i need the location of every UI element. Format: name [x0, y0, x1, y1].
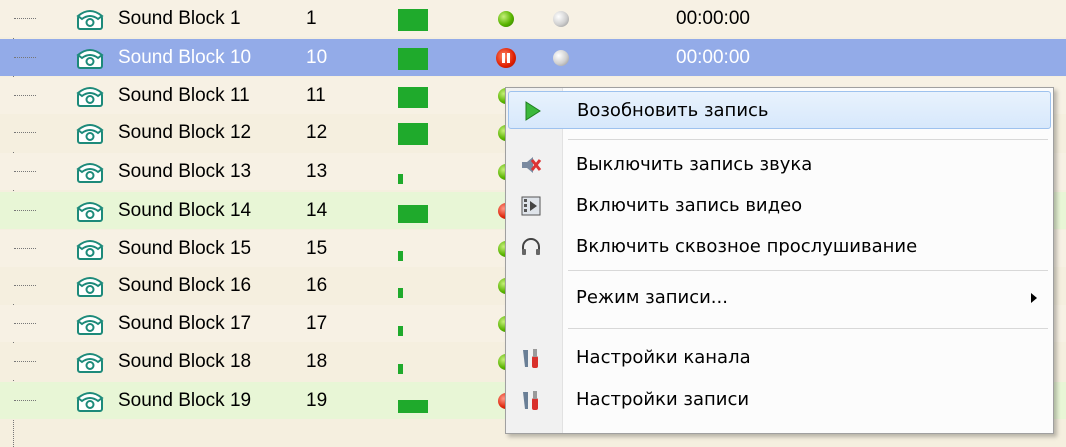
phone-icon	[76, 274, 104, 298]
channel-name: Sound Block 11	[118, 85, 250, 106]
level-meter	[398, 326, 403, 336]
film-icon	[520, 195, 542, 217]
submenu-arrow-icon	[1031, 293, 1037, 303]
level-meter	[398, 48, 428, 70]
menu-item-3[interactable]: Включить запись видео	[508, 187, 1051, 225]
level-meter	[398, 288, 403, 298]
menu-item-label: Включить запись видео	[576, 195, 803, 216]
channel-number: 12	[306, 122, 328, 143]
menu-item-label: Режим записи...	[576, 287, 728, 308]
menu-item-1[interactable]: Возобновить запись	[508, 91, 1051, 129]
tree-branch	[14, 18, 36, 19]
phone-icon	[76, 160, 104, 184]
phone-icon	[76, 7, 104, 31]
channel-number: 19	[306, 390, 328, 411]
menu-item-2[interactable]: Выключить запись звука	[508, 146, 1051, 184]
pause-icon[interactable]	[496, 48, 516, 68]
record-time: 00:00:00	[676, 47, 750, 68]
channel-number: 18	[306, 351, 328, 372]
channel-number: 1	[306, 8, 317, 29]
menu-separator	[568, 139, 1048, 140]
play-icon	[521, 100, 543, 122]
menu-item-label: Включить сквозное прослушивание	[576, 236, 918, 257]
phone-icon	[76, 121, 104, 145]
level-meter	[398, 364, 403, 374]
channel-number: 17	[306, 313, 328, 334]
level-meter	[398, 174, 403, 184]
tree-branch	[14, 210, 36, 211]
level-meter	[398, 9, 428, 31]
channel-number: 13	[306, 161, 328, 182]
level-meter	[398, 123, 428, 145]
tree-branch	[14, 285, 36, 286]
channel-name: Sound Block 10	[118, 47, 252, 68]
menu-item-label: Настройки канала	[576, 347, 751, 368]
phone-icon	[76, 199, 104, 223]
tree-branch	[14, 400, 36, 401]
channel-name: Sound Block 18	[118, 351, 252, 372]
level-meter	[398, 205, 428, 223]
table-row[interactable]: Sound Block 1 1 00:00:00	[0, 0, 1066, 37]
phone-icon	[76, 84, 104, 108]
channel-name: Sound Block 15	[118, 238, 252, 259]
channel-name: Sound Block 12	[118, 122, 252, 143]
menu-item-6[interactable]: Настройки канала	[508, 339, 1051, 377]
channel-number: 15	[306, 238, 328, 259]
headphones-icon	[520, 236, 542, 258]
menu-item-7[interactable]: Настройки записи	[508, 381, 1051, 419]
channel-name: Sound Block 14	[118, 200, 252, 221]
tree-branch	[14, 361, 36, 362]
phone-icon	[76, 46, 104, 70]
level-meter	[398, 251, 403, 261]
channel-name: Sound Block 13	[118, 161, 252, 182]
table-row[interactable]: Sound Block 10 10 00:00:00	[0, 39, 1066, 76]
channel-name: Sound Block 17	[118, 313, 252, 334]
tree-branch	[14, 132, 36, 133]
speaker-mute-icon	[520, 154, 542, 176]
tree-branch	[14, 57, 36, 58]
tools-icon	[520, 347, 542, 369]
tree-branch	[14, 95, 36, 96]
tree-branch	[14, 323, 36, 324]
menu-item-label: Выключить запись звука	[576, 154, 813, 175]
phone-icon	[76, 350, 104, 374]
channel-name: Sound Block 19	[118, 390, 252, 411]
context-menu: Возобновить запись Выключить запись звука…	[505, 87, 1054, 434]
phone-icon	[76, 237, 104, 261]
channel-number: 11	[306, 85, 326, 106]
menu-item-4[interactable]: Включить сквозное прослушивание	[508, 228, 1051, 266]
tools-icon	[520, 389, 542, 411]
record-time: 00:00:00	[676, 8, 750, 29]
tree-branch	[14, 248, 36, 249]
channel-number: 10	[306, 47, 328, 68]
channel-name: Sound Block 1	[118, 8, 241, 29]
level-meter	[398, 87, 428, 108]
menu-separator	[568, 328, 1048, 329]
phone-icon	[76, 389, 104, 413]
status-gray-icon	[553, 11, 569, 27]
status-green-icon	[498, 11, 514, 27]
status-gray-icon	[553, 50, 569, 66]
channel-number: 14	[306, 200, 328, 221]
channel-name: Sound Block 16	[118, 275, 252, 296]
menu-item-label: Настройки записи	[576, 389, 750, 410]
level-meter	[398, 400, 428, 413]
tree-branch	[14, 171, 36, 172]
phone-icon	[76, 312, 104, 336]
channel-number: 16	[306, 275, 328, 296]
menu-item-5[interactable]: Режим записи...	[508, 279, 1051, 317]
menu-item-label: Возобновить запись	[577, 100, 769, 121]
menu-separator	[568, 270, 1048, 271]
